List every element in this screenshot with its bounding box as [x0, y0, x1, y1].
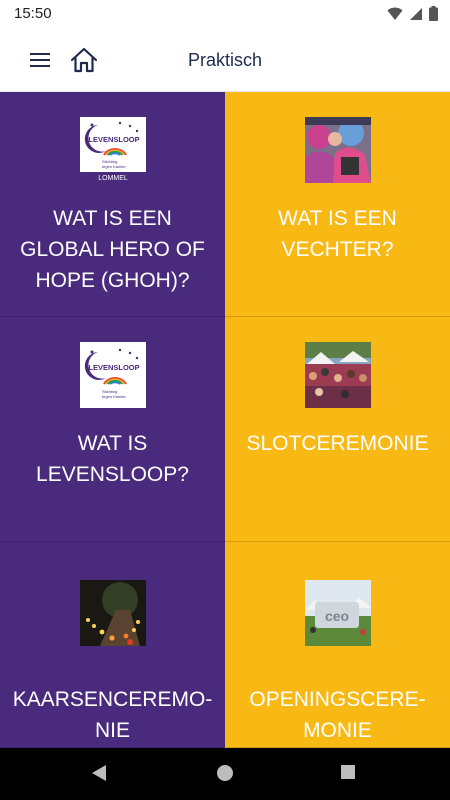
status-bar: 15:50: [0, 0, 450, 28]
tile-label: WAT IS EEN VECHTER?: [278, 207, 397, 261]
tile-wat-is-levensloop[interactable]: LEVENSLOOP Stichting tegen Kanker WAT IS…: [0, 317, 225, 542]
tile-openingsceremonie[interactable]: ceo OPENINGSCERE- MONIE: [225, 542, 450, 748]
svg-text:tegen Kanker: tegen Kanker: [102, 164, 126, 169]
status-time: 15:50: [14, 5, 52, 22]
logo-title-text: LEVENSLOOP: [88, 135, 139, 144]
tile-label: WAT IS EEN GLOBAL HERO OF HOPE (GHOH)?: [20, 207, 205, 292]
menu-button[interactable]: [22, 46, 58, 74]
wifi-icon: [387, 7, 403, 20]
home-circle-icon[interactable]: [216, 764, 234, 782]
tile-grid: LEVENSLOOP Stichting tegen Kanker LOMMEL…: [0, 92, 450, 748]
back-icon[interactable]: [90, 763, 108, 783]
event-crowd-photo: [304, 342, 371, 408]
recents-icon[interactable]: [340, 764, 356, 780]
levensloop-logo-image: LEVENSLOOP Stichting tegen Kanker LOMMEL: [79, 117, 146, 183]
candles-photo: [79, 580, 146, 646]
home-icon: [70, 47, 98, 73]
tile-label: KAARSENCEREMO- NIE: [12, 688, 213, 742]
tile-kaarsenceremonie[interactable]: KAARSENCEREMO- NIE: [0, 542, 225, 748]
menu-icon: [30, 53, 50, 67]
logo-title-text: LEVENSLOOP: [88, 363, 139, 372]
tile-vechter[interactable]: WAT IS EEN VECHTER?: [225, 92, 450, 317]
tile-slotceremonie[interactable]: SLOTCEREMONIE: [225, 317, 450, 542]
tile-label: SLOTCEREMONIE: [246, 432, 429, 455]
svg-text:ceo: ceo: [324, 608, 348, 624]
fighters-photo: [304, 117, 371, 183]
tile-label: WAT IS LEVENSLOOP?: [36, 432, 189, 486]
logo-footer-text: LOMMEL: [98, 175, 128, 182]
home-button[interactable]: [66, 44, 102, 76]
app-bar: Praktisch: [0, 28, 450, 92]
signal-icon: [410, 7, 422, 20]
tile-label: OPENINGSCERE- MONIE: [249, 688, 426, 742]
levensloop-logo-image: LEVENSLOOP Stichting tegen Kanker: [79, 342, 146, 408]
svg-text:tegen Kanker: tegen Kanker: [102, 394, 126, 399]
system-nav-bar: [0, 748, 450, 800]
tile-global-hero-of-hope[interactable]: LEVENSLOOP Stichting tegen Kanker LOMMEL…: [0, 92, 225, 317]
opening-photo: ceo: [304, 580, 371, 646]
battery-icon: [429, 6, 438, 21]
